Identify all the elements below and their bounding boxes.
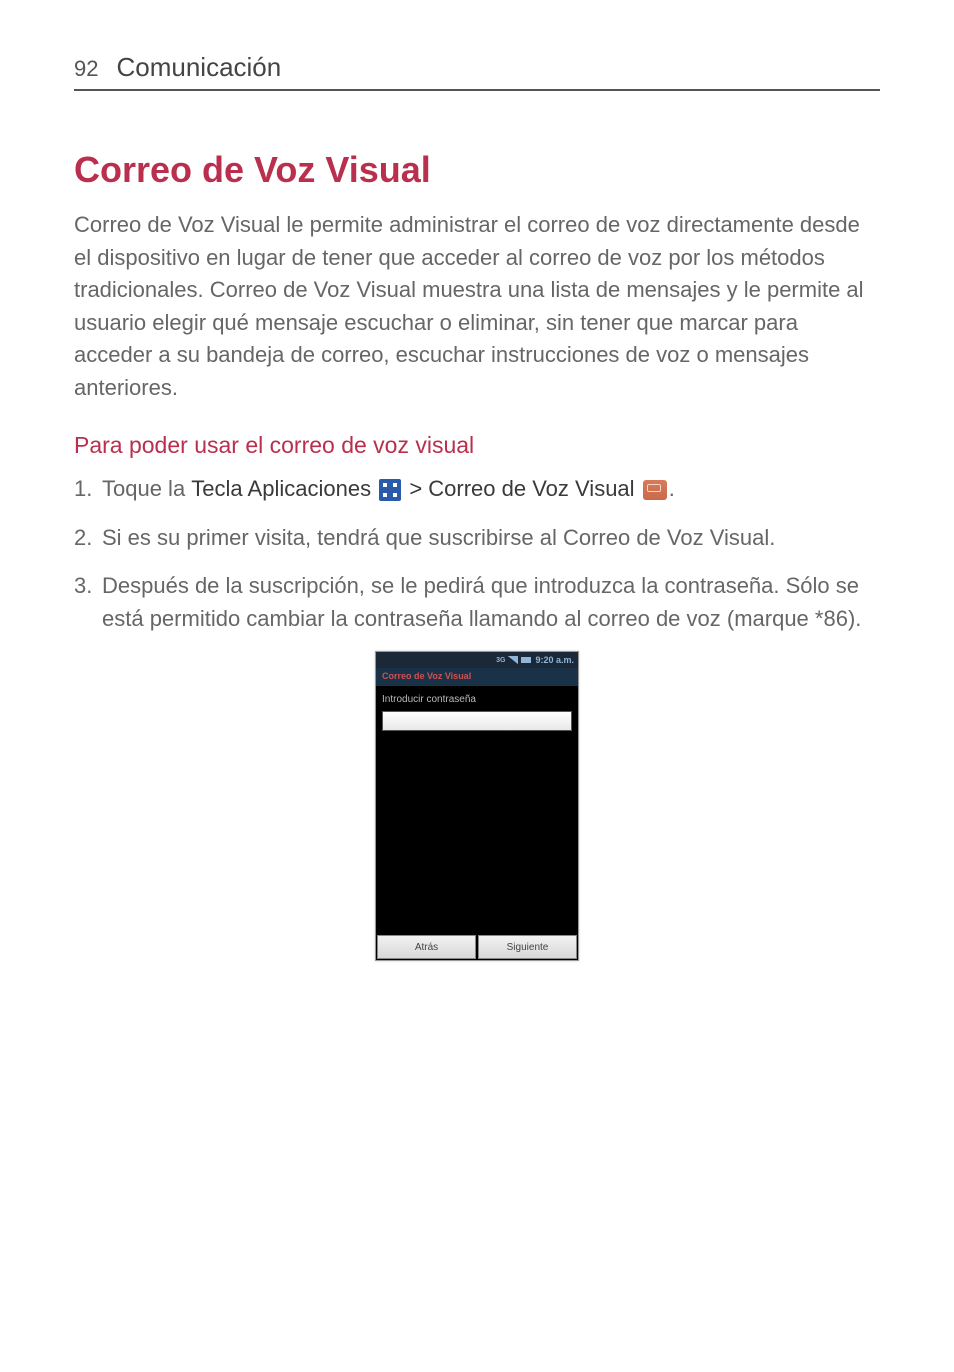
- screenshot-container: 3G 9:20 a.m. Correo de Voz Visual Introd…: [74, 651, 880, 961]
- app-title-bar: Correo de Voz Visual: [376, 668, 578, 686]
- step-1: Toque la Tecla Aplicaciones > Correo de …: [74, 473, 880, 506]
- apps-grid-icon: [379, 479, 401, 501]
- prompt-area: Introducir contraseña: [376, 686, 578, 735]
- prompt-label: Introducir contraseña: [382, 694, 572, 705]
- step1-apps-key: Tecla Aplicaciones: [191, 476, 371, 501]
- section-name: Comunicación: [116, 52, 281, 83]
- steps-list: Toque la Tecla Aplicaciones > Correo de …: [74, 473, 880, 635]
- network-3g-icon: 3G: [496, 657, 505, 664]
- step1-sep: >: [403, 476, 428, 501]
- status-time: 9:20 a.m.: [535, 655, 574, 665]
- voicemail-icon: [643, 480, 667, 500]
- sub-heading: Para poder usar el correo de voz visual: [74, 432, 880, 459]
- battery-icon: [521, 657, 531, 663]
- status-bar: 3G 9:20 a.m.: [376, 652, 578, 668]
- back-button[interactable]: Atrás: [377, 935, 476, 959]
- page-header: 92 Comunicación: [74, 52, 880, 91]
- intro-paragraph: Correo de Voz Visual le permite administ…: [74, 209, 880, 404]
- step1-suffix: .: [669, 476, 675, 501]
- button-row: Atrás Siguiente: [376, 934, 578, 960]
- next-button[interactable]: Siguiente: [478, 935, 577, 959]
- step1-prefix: Toque la: [102, 476, 191, 501]
- main-title: Correo de Voz Visual: [74, 149, 880, 191]
- status-icons: 3G: [496, 656, 531, 664]
- step1-vvm: Correo de Voz Visual: [428, 476, 634, 501]
- step-2: Si es su primer visita, tendrá que suscr…: [74, 522, 880, 555]
- screen-middle: [376, 735, 578, 934]
- password-input[interactable]: [382, 711, 572, 731]
- signal-icon: [508, 656, 518, 664]
- phone-screenshot: 3G 9:20 a.m. Correo de Voz Visual Introd…: [375, 651, 579, 961]
- page-number: 92: [74, 56, 98, 82]
- step-3: Después de la suscripción, se le pedirá …: [74, 570, 880, 635]
